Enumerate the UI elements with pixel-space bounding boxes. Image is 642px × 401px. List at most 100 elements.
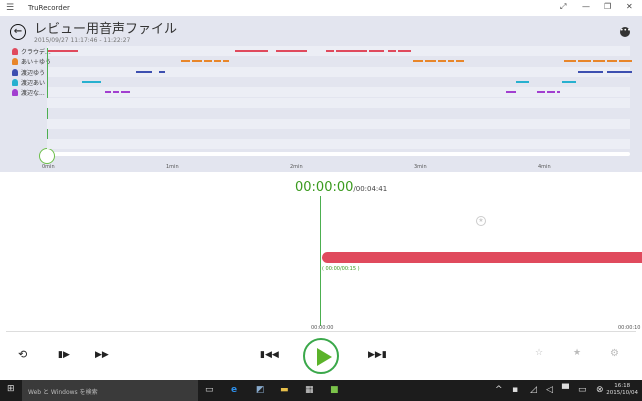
speaker-row: 渡辺あい [0,77,630,87]
network-icon[interactable]: ◿ [530,385,537,395]
explorer-icon[interactable]: ▬ [280,385,289,395]
speech-segment[interactable] [547,91,556,94]
settings-icon[interactable]: ⚙ [610,348,619,359]
speech-segment[interactable] [578,70,603,73]
speaker-name: 渡辺あい [21,79,46,87]
speech-segment[interactable] [578,60,591,63]
recording-date: 2015/09/27 11:17:46 - 11:22:27 [34,37,131,44]
person-icon [12,89,18,97]
speech-segment[interactable] [204,60,213,63]
taskbar-search[interactable]: Web と Windows を検索 [22,380,198,401]
speech-segment[interactable] [388,50,397,52]
speaker-row: クラウデ... [0,46,630,56]
person-icon [12,68,18,76]
speech-segment[interactable] [235,50,269,52]
step-play-icon[interactable]: ▮▶ [58,350,70,360]
speech-segment[interactable] [505,91,517,94]
speech-segment[interactable] [447,60,455,63]
star-filter-icon[interactable]: ★ [573,348,581,358]
back-button[interactable]: ← [10,24,26,40]
speaker-label[interactable]: 渡辺あい [12,78,45,87]
time-tick-label: 4min [538,164,551,170]
bookmark-star-icon[interactable]: ★ [476,216,486,226]
recording-title: レビュー用音声ファイル [34,22,178,37]
speech-segment[interactable] [214,60,221,63]
tray-chevron-icon[interactable]: ^ [495,385,503,395]
taskbar: ⊞ Web と Windows を検索 ▭ e ◩ ▬ ▦ ■ ^ ▪ ◿ ◁ … [0,380,642,401]
timeline-scrubber[interactable] [47,152,630,156]
fast-forward-icon[interactable]: ▶▶ [95,350,109,360]
minimize-button[interactable]: — [582,2,590,11]
person-icon [12,48,18,55]
speech-segment[interactable] [592,60,605,63]
speaker-label[interactable]: あい＋ゆう [12,57,51,66]
notification-icon[interactable]: ▀ [562,385,569,395]
speaker-name: 渡辺ゆう [21,69,46,77]
next-icon[interactable]: ▶▶▮ [368,350,387,360]
speech-segment[interactable] [425,60,436,63]
speech-segment[interactable] [222,60,229,63]
restore-button[interactable]: ❐ [604,2,611,11]
speaker-label[interactable]: 渡辺ゆう [12,68,45,77]
speech-segment[interactable] [181,60,190,63]
speech-segment[interactable] [561,80,577,83]
task-view-icon[interactable]: ▭ [205,385,214,395]
speech-segment[interactable] [276,50,308,52]
speech-segment[interactable] [398,50,411,52]
play-icon [317,348,332,366]
previous-icon[interactable]: ▮◀◀ [260,350,279,360]
speech-segment-bar[interactable] [322,252,642,263]
store-icon[interactable]: ◩ [256,385,265,395]
speech-segment[interactable] [47,50,78,52]
tray-icon[interactable]: ▪ [512,385,518,395]
speech-segment[interactable] [158,70,165,73]
empty-row [47,129,630,139]
play-button[interactable] [303,338,339,374]
speech-segment[interactable] [456,60,465,63]
speech-segment[interactable] [619,60,632,63]
speech-segment[interactable] [82,80,101,83]
speech-segment[interactable] [326,50,335,52]
calculator-icon[interactable]: ▦ [305,385,314,395]
speech-segment[interactable] [516,80,529,83]
start-icon[interactable]: ⊞ [7,384,15,394]
person-icon [12,58,18,66]
time-tick-label: 2min [290,164,303,170]
scrubber-knob[interactable] [39,148,55,164]
speech-segment[interactable] [113,91,120,94]
speech-segment[interactable] [563,60,577,63]
speaker-label[interactable]: 渡辺な... [12,88,45,97]
more-options-icon[interactable]: ••• [620,27,631,37]
edge-icon[interactable]: e [231,385,237,395]
star-add-icon[interactable]: ☆ [535,348,543,358]
time-tick-label: 3min [414,164,427,170]
keyboard-icon[interactable]: ▭ [578,385,587,395]
speech-segment[interactable] [607,70,632,73]
speaker-label[interactable]: クラウデ... [12,47,51,56]
empty-row [47,98,630,108]
speech-segment[interactable] [536,91,546,94]
ime-icon[interactable]: ⊗ [596,385,604,395]
speech-segment[interactable] [369,50,384,52]
speech-segment[interactable] [607,60,618,63]
speech-segment[interactable] [191,60,202,63]
speech-segment[interactable] [135,70,153,73]
speech-segment[interactable] [336,50,368,52]
title-bar: ☰ TruRecorder ⤢ — ❐ ✕ [0,0,642,16]
clock-time: 16:18 [614,383,631,389]
trurecorder-taskbar-icon[interactable]: ■ [330,385,339,395]
speech-segment[interactable] [437,60,446,63]
hamburger-menu-icon[interactable]: ☰ [6,3,14,13]
speech-segment[interactable] [121,91,130,94]
time-tick-label: 1min [166,164,179,170]
speaker-row: 渡辺ゆう [0,66,632,77]
speech-segment[interactable] [412,60,424,63]
empty-row [47,118,630,129]
speech-segment[interactable] [557,91,560,94]
expand-icon[interactable]: ⤢ [560,2,566,12]
volume-icon[interactable]: ◁ [546,385,553,395]
speech-segment[interactable] [104,91,112,94]
close-button[interactable]: ✕ [626,2,633,11]
speaker-name: 渡辺な... [21,90,45,98]
repeat-icon[interactable]: ⟲ [18,348,27,361]
